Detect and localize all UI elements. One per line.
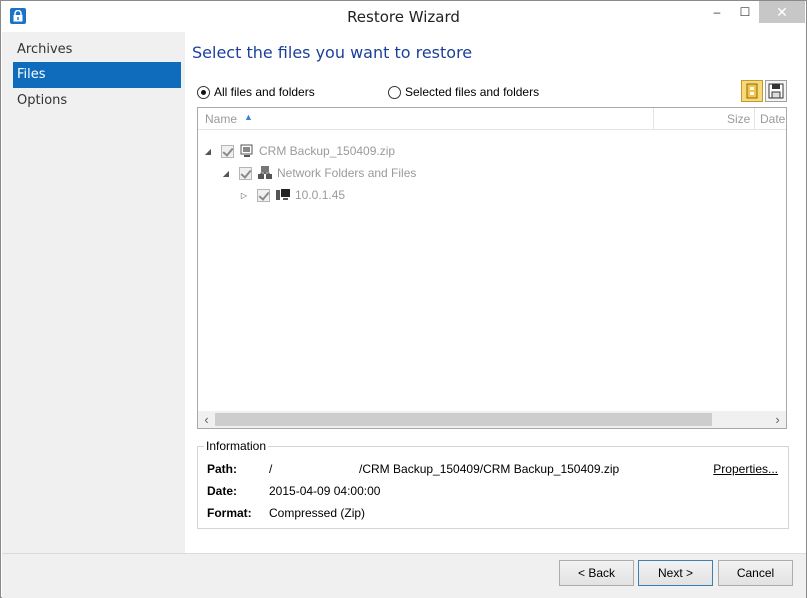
tree-row-label: 10.0.1.45 xyxy=(295,188,346,202)
tree-row-checkbox[interactable] xyxy=(221,144,234,158)
wizard-footer: < Back Next > Cancel xyxy=(2,553,806,598)
column-size[interactable]: Size xyxy=(727,112,750,126)
window-title: Restore Wizard xyxy=(347,8,460,26)
information-legend: Information xyxy=(204,439,269,453)
info-format-row: Format: Compressed (Zip) xyxy=(207,506,365,522)
network-icon xyxy=(258,166,272,179)
expand-arrow-icon[interactable]: ▷ xyxy=(239,191,249,200)
close-button[interactable]: ✕ xyxy=(759,1,805,23)
date-value: 2015-04-09 04:00:00 xyxy=(269,484,381,498)
tree-row-archive[interactable]: ◢ CRM Backup_150409.zip xyxy=(203,141,395,161)
selected-files-radio[interactable]: Selected files and folders xyxy=(388,84,539,100)
all-files-radio-label: All files and folders xyxy=(214,85,315,99)
page-title: Select the files you want to restore xyxy=(192,43,473,62)
files-page: Select the files you want to restore All… xyxy=(185,32,806,553)
tree-row-network[interactable]: ◢ Network Folders and Files xyxy=(221,163,416,183)
minimize-button[interactable]: – xyxy=(703,1,731,23)
scroll-right-icon[interactable]: › xyxy=(769,411,786,428)
tree-header: Name ▲ Size Date xyxy=(198,108,786,130)
column-name[interactable]: Name xyxy=(205,112,237,126)
next-button[interactable]: Next > xyxy=(638,560,713,586)
back-button[interactable]: < Back xyxy=(559,560,634,586)
restore-to-folder-button[interactable] xyxy=(741,80,763,102)
title-bar: Restore Wizard – ☐ ✕ xyxy=(1,1,806,31)
format-value: Compressed (Zip) xyxy=(269,506,366,520)
horizontal-scrollbar[interactable]: ‹ › xyxy=(198,411,786,428)
path-label: Path: xyxy=(207,462,237,476)
properties-link[interactable]: Properties... xyxy=(713,462,778,476)
sidebar-item-files[interactable]: Files xyxy=(13,62,181,88)
tree-row-label: CRM Backup_150409.zip xyxy=(259,144,396,158)
all-files-radio[interactable]: All files and folders xyxy=(197,84,315,100)
tree-row-label: Network Folders and Files xyxy=(277,166,417,180)
save-button[interactable] xyxy=(765,80,787,102)
tree-row-server[interactable]: ▷ 10.0.1.45 xyxy=(239,185,345,205)
save-icon xyxy=(768,83,784,99)
column-separator[interactable] xyxy=(754,108,755,130)
sort-ascending-icon: ▲ xyxy=(244,112,253,122)
radio-unselected-indicator[interactable] xyxy=(388,85,401,99)
sidebar-item-options[interactable]: Options xyxy=(13,88,181,114)
information-group: Information Path: / /CRM Backup_150409/C… xyxy=(197,439,789,529)
files-tree-view[interactable]: Name ▲ Size Date ◢ CRM Backup_150409.zip… xyxy=(197,107,787,429)
restore-to-folder-icon xyxy=(746,83,758,99)
info-date-row: Date: 2015-04-09 04:00:00 xyxy=(207,484,380,500)
column-date[interactable]: Date xyxy=(760,112,785,126)
column-separator[interactable] xyxy=(653,108,654,130)
archive-computer-icon xyxy=(240,144,253,157)
cancel-button[interactable]: Cancel xyxy=(718,560,793,586)
radio-selected-indicator[interactable] xyxy=(197,85,210,99)
collapse-arrow-icon[interactable]: ◢ xyxy=(221,169,231,178)
tree-row-checkbox[interactable] xyxy=(257,188,270,202)
scroll-left-icon[interactable]: ‹ xyxy=(198,411,215,428)
date-label: Date: xyxy=(207,484,238,498)
format-label: Format: xyxy=(207,506,252,520)
selected-files-radio-label: Selected files and folders xyxy=(405,85,540,99)
scrollbar-thumb[interactable] xyxy=(215,413,712,426)
wizard-sidebar: Archives Files Options xyxy=(2,32,185,553)
restore-wizard-window: Restore Wizard – ☐ ✕ Archives Files Opti… xyxy=(0,0,807,598)
maximize-button[interactable]: ☐ xyxy=(731,1,759,23)
path-value: / /CRM Backup_150409/CRM Backup_150409.z… xyxy=(269,462,620,476)
sidebar-item-archives[interactable]: Archives xyxy=(13,37,181,63)
info-path-row: Path: / /CRM Backup_150409/CRM Backup_15… xyxy=(207,462,619,478)
collapse-arrow-icon[interactable]: ◢ xyxy=(203,147,213,156)
tree-row-checkbox[interactable] xyxy=(239,166,252,180)
server-icon xyxy=(276,189,290,200)
